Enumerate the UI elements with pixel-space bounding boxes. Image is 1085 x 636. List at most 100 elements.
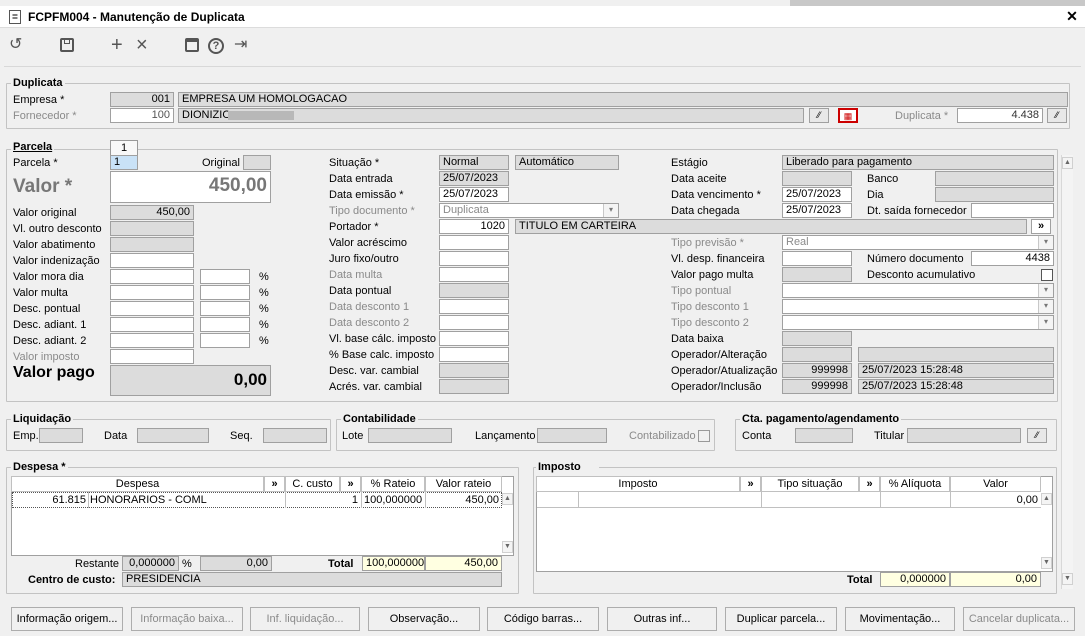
valor-multa-pct-field[interactable] [200,285,250,300]
duplicata-title: Duplicata [11,77,65,90]
tipo-previsao-select[interactable]: Real ▾ [782,235,1054,250]
despesa-col-valor[interactable]: Valor rateio [425,476,502,492]
conta-field [795,428,853,443]
despesa-col-expand2[interactable]: » [340,476,361,492]
liquidacao-data-field [137,428,209,443]
valor-imposto-field[interactable] [110,349,194,364]
chevron-down-icon: ▾ [1038,316,1053,329]
imposto-col-tipo[interactable]: Tipo situação [761,476,859,492]
valor-multa-field[interactable] [110,285,194,300]
desconto-acumulativo-checkbox[interactable] [1041,269,1053,281]
base-calc-imposto-field[interactable] [439,347,509,362]
duplicata-search-button[interactable]: ⁄⁄ [1047,108,1067,123]
tipo-desconto1-select[interactable]: ▾ [782,299,1054,314]
fornecedor-card-icon[interactable]: ▦ [838,108,858,123]
parcela-tab[interactable]: 1 [110,140,138,155]
empresa-name: EMPRESA UM HOMOLOGACAO [178,92,1068,107]
movimentacao-button[interactable]: Movimentação... [845,607,955,631]
data-desconto-2-field[interactable] [439,315,509,330]
original-label: Original [202,157,240,169]
data-emissao-field[interactable]: 25/07/2023 [439,187,509,202]
dt-saida-field[interactable] [971,203,1054,218]
delete-icon[interactable]: × [136,35,148,55]
vl-desp-financeira-field[interactable] [782,251,852,266]
data-multa-field[interactable] [439,267,509,282]
data-desconto-1-field[interactable] [439,299,509,314]
desc-adiant-1-pct-field[interactable] [200,317,250,332]
duplicata-label: Duplicata * [895,110,949,122]
numero-documento-field[interactable]: 4438 [971,251,1054,266]
calendar-icon[interactable] [185,38,199,52]
imposto-col-valor[interactable]: Valor [950,476,1041,492]
inf-liquidacao-button[interactable]: Inf. liquidação... [250,607,360,631]
data-chegada-field[interactable]: 25/07/2023 [782,203,852,218]
portador-expand-button[interactable]: » [1031,219,1051,234]
add-icon[interactable]: + [111,35,123,55]
lancamento-label: Lançamento [475,430,536,442]
tipo-documento-select[interactable]: Duplicata ▾ [439,203,619,218]
valor-mora-dia-field[interactable] [110,269,194,284]
scroll-up-arrow[interactable]: ▲ [1041,493,1052,505]
data-chegada-label: Data chegada [671,205,740,217]
duplicar-parcela-button[interactable]: Duplicar parcela... [725,607,837,631]
fornecedor-search-button[interactable]: ⁄⁄ [809,108,829,123]
valor-mora-dia-pct-field[interactable] [200,269,250,284]
situacao-tipo-field: Automático [515,155,619,170]
imposto-col-aliquota[interactable]: % Alíquota [880,476,950,492]
vl-base-calc-imposto-field[interactable] [439,331,509,346]
informacao-origem-button[interactable]: Informação origem... [11,607,123,631]
fornecedor-redacted [228,111,294,120]
desc-adiant-1-field[interactable] [110,317,194,332]
valor-field[interactable]: 450,00 [110,171,271,203]
imposto-total-pct: 0,000000 [880,572,950,587]
save-icon[interactable] [60,38,74,52]
help-icon[interactable]: ? [208,38,224,54]
codigo-barras-button[interactable]: Código barras... [487,607,599,631]
parcela-scrollbar[interactable] [1061,155,1073,589]
informacao-baixa-button[interactable]: Informação baixa... [131,607,243,631]
scroll-up-arrow[interactable]: ▲ [1062,157,1073,169]
desc-adiant-2-pct-field[interactable] [200,333,250,348]
imposto-col-expand2[interactable]: » [859,476,880,492]
data-entrada-label: Data entrada [329,173,393,185]
outras-inf-button[interactable]: Outras inf... [607,607,717,631]
desc-pontual-field[interactable] [110,301,194,316]
liquidacao-seq-field [263,428,327,443]
tipo-desconto2-select[interactable]: ▾ [782,315,1054,330]
duplicata-number[interactable]: 4.438 [957,108,1043,123]
imposto-col-imposto[interactable]: Imposto [536,476,740,492]
scroll-down-arrow[interactable]: ▼ [1041,557,1052,569]
fornecedor-code[interactable]: 100 [110,108,174,123]
despesa-col-ccusto[interactable]: C. custo [285,476,340,492]
despesa-grid-lines [361,492,362,508]
despesa-col-expand[interactable]: » [264,476,285,492]
parcela-title: Parcela [11,141,55,154]
despesa-valor: 450,00 [465,494,499,506]
close-icon[interactable]: ✕ [1064,8,1080,25]
desc-pontual-pct-field[interactable] [200,301,250,316]
scroll-down-arrow[interactable]: ▼ [1062,573,1073,585]
tipo-pontual-select[interactable]: ▾ [782,283,1054,298]
valor-acrescimo-field[interactable] [439,235,509,250]
scroll-up-arrow[interactable]: ▲ [502,493,513,505]
despesa-codigo: 61.815 [52,494,86,506]
portador-code[interactable]: 1020 [439,219,509,234]
observacao-button[interactable]: Observação... [368,607,480,631]
despesa-col-rateio[interactable]: % Rateio [361,476,425,492]
exit-icon[interactable]: ⇥ [234,36,247,54]
data-vencimento-field[interactable]: 25/07/2023 [782,187,852,202]
desc-adiant-2-field[interactable] [110,333,194,348]
imposto-col-expand[interactable]: » [740,476,761,492]
restante-pct-field: 0,000000 [122,556,179,571]
empresa-code: 001 [110,92,174,107]
scroll-down-arrow[interactable]: ▼ [502,541,513,553]
parcela-number[interactable]: 1 [110,155,138,170]
valor-indenizacao-field[interactable] [110,253,194,268]
titular-search-button[interactable]: ⁄⁄ [1027,428,1047,443]
operador-atualizacao-code: 999998 [782,363,852,378]
juro-fixo-outro-field[interactable] [439,251,509,266]
cancelar-duplicata-button[interactable]: Cancelar duplicata... [963,607,1075,631]
desc-var-cambial-label: Desc. var. cambial [329,365,419,377]
despesa-col-despesa[interactable]: Despesa [11,476,264,492]
undo-icon[interactable]: ↺ [9,36,22,54]
